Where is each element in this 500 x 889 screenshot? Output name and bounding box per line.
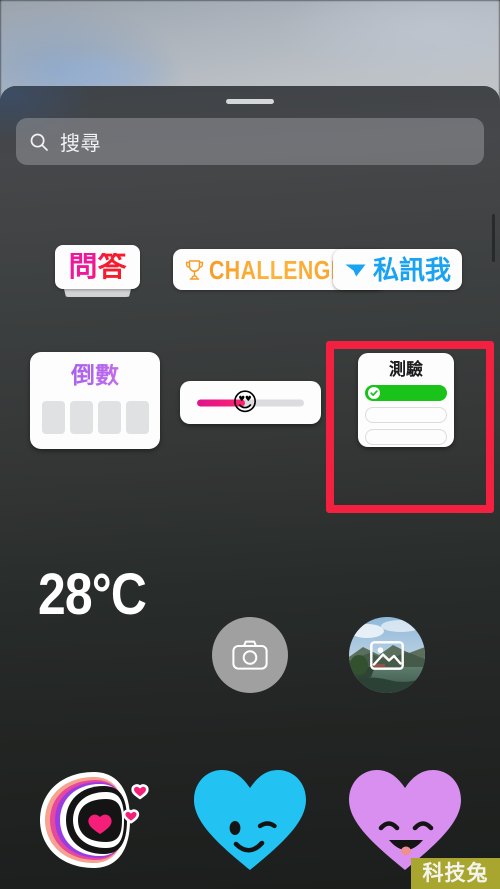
sticker-quiz-label: 測驗 [389, 360, 423, 379]
countdown-digit-block [125, 401, 149, 434]
sheet-drag-handle[interactable] [226, 99, 274, 104]
sticker-qa-label: 問答 [68, 250, 127, 283]
sticker-mouth-hearts[interactable] [32, 768, 160, 872]
check-circle-icon [368, 387, 380, 399]
countdown-digit-block [69, 401, 93, 434]
camera-icon [232, 640, 268, 670]
sticker-challenge-label: CHALLENGE [209, 254, 346, 285]
sticker-emoji-slider[interactable]: 😍 [180, 381, 321, 424]
watermark: 科技兔 [411, 858, 500, 889]
sticker-countdown[interactable]: 倒數 [30, 352, 160, 449]
sticker-heart-wink-blue[interactable] [190, 766, 310, 874]
photo-sticker-thumbnail[interactable] [349, 617, 425, 693]
countdown-digit-blocks [30, 401, 160, 434]
search-icon [30, 133, 48, 151]
sticker-qa[interactable]: 問答 [55, 245, 140, 303]
sticker-row-media: 28°C [0, 529, 500, 693]
sticker-quiz[interactable]: 測驗 [358, 353, 454, 447]
sticker-dm[interactable]: 私訊我 [333, 249, 463, 290]
quiz-option-correct [365, 385, 447, 401]
quiz-option-empty [365, 407, 447, 423]
countdown-digit-block [41, 401, 65, 434]
trophy-icon [185, 259, 204, 280]
sticker-row-pills: 問答 CHALLENGE 私訊我 [0, 243, 500, 313]
send-icon [345, 264, 366, 276]
photo-icon [370, 640, 404, 670]
countdown-digit-block [97, 401, 121, 434]
qa-sticker-face: 問答 [55, 245, 140, 289]
search-placeholder: 搜尋 [60, 133, 101, 155]
watermark-text: 科技兔 [422, 862, 489, 885]
sticker-temperature[interactable]: 28°C [38, 566, 147, 624]
sticker-countdown-label: 倒數 [30, 364, 160, 388]
emoji-slider-thumb[interactable]: 😍 [232, 390, 258, 415]
quiz-option-empty [365, 429, 447, 445]
sticker-tray-screen: 搜尋 問答 CHALLENGE 私訊我 倒數 😍 測驗 28°C 科技兔 [0, 0, 500, 889]
sticker-row-cards: 倒數 😍 測驗 [0, 343, 500, 523]
search-input[interactable]: 搜尋 [16, 118, 484, 165]
sticker-dm-label: 私訊我 [373, 254, 452, 285]
sticker-tray-sheet: 搜尋 問答 CHALLENGE 私訊我 倒數 😍 測驗 28°C [0, 86, 500, 889]
camera-sticker-button[interactable] [212, 617, 288, 693]
